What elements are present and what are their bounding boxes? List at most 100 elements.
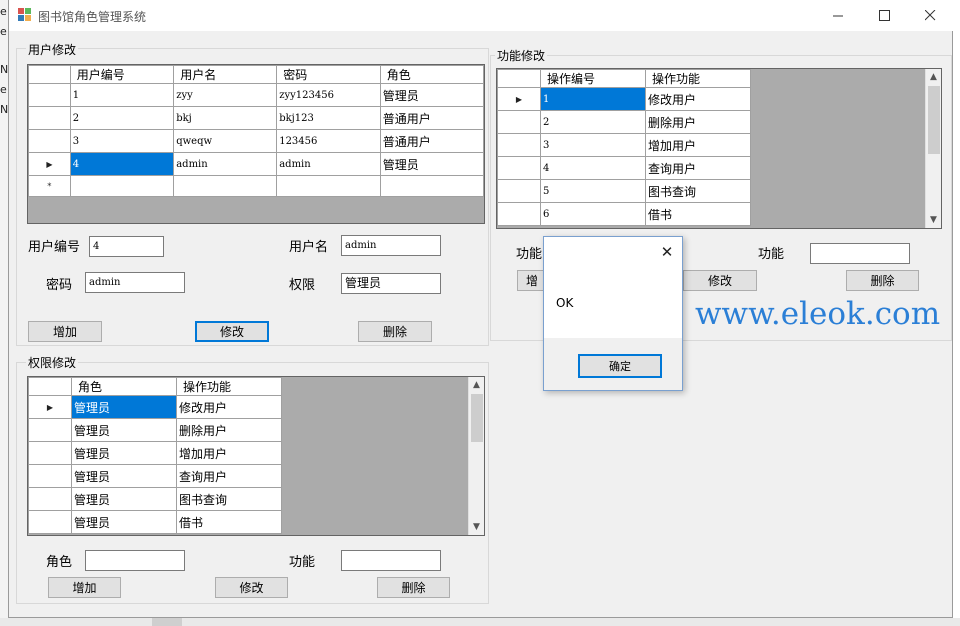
table-row[interactable]: 管理员 删除用户 — [28, 418, 282, 442]
function-grid[interactable]: 操作编号 操作功能 ▶ 1 修改用户 2 删除用户 3 增加用户 4 查询用户 … — [496, 68, 942, 229]
table-cell[interactable]: 6 — [540, 202, 646, 226]
table-cell[interactable]: 借书 — [645, 202, 751, 226]
table-cell[interactable]: zyy123456 — [276, 83, 381, 107]
permission-grid[interactable]: 角色 操作功能 ▶ 管理员 修改用户 管理员 删除用户 管理员 增加用户 管理员 — [27, 376, 485, 536]
table-cell[interactable]: 3 — [69, 129, 175, 153]
table-cell-selected[interactable]: 管理员 — [71, 395, 177, 419]
table-cell[interactable]: 图书查询 — [645, 179, 751, 203]
table-cell[interactable]: 4 — [540, 156, 646, 180]
table-row[interactable]: 2 bkj bkj123 普通用户 — [28, 106, 484, 130]
table-row[interactable]: 5 图书查询 — [497, 179, 751, 203]
column-header[interactable]: 用户名 — [173, 65, 278, 84]
table-cell[interactable]: 普通用户 — [379, 106, 484, 130]
function-name-input[interactable] — [810, 243, 910, 264]
function-grid-scrollbar[interactable]: ▲ ▼ — [925, 69, 941, 228]
table-cell[interactable]: 删除用户 — [645, 110, 751, 134]
row-header[interactable] — [28, 106, 71, 130]
table-cell[interactable]: 普通用户 — [379, 129, 484, 153]
dialog-ok-button[interactable]: 确定 — [578, 354, 662, 378]
row-header[interactable] — [497, 110, 541, 134]
title-bar[interactable]: 图书馆角色管理系统 — [9, 0, 953, 31]
table-cell[interactable]: 管理员 — [71, 510, 177, 534]
row-header[interactable] — [28, 441, 72, 465]
row-header[interactable] — [497, 202, 541, 226]
table-row[interactable]: 管理员 图书查询 — [28, 487, 282, 511]
user-modify-button[interactable]: 修改 — [195, 321, 269, 342]
minimize-button[interactable] — [815, 0, 861, 31]
scrollbar-thumb[interactable] — [928, 86, 940, 154]
row-header[interactable] — [497, 156, 541, 180]
permission-grid-scrollbar[interactable]: ▲ ▼ — [468, 377, 484, 535]
table-cell[interactable]: 增加用户 — [176, 441, 282, 465]
table-cell[interactable]: 管理员 — [71, 441, 177, 465]
table-cell[interactable]: 2 — [540, 110, 646, 134]
table-row[interactable]: 2 删除用户 — [497, 110, 751, 134]
column-header[interactable]: 角色 — [71, 377, 177, 396]
password-input[interactable]: admin — [85, 272, 185, 293]
user-grid[interactable]: 用户编号 用户名 密码 角色 1 zyy zyy123456 管理员 2 bkj… — [27, 64, 485, 224]
table-cell[interactable]: 管理员 — [379, 83, 484, 107]
row-header[interactable] — [28, 418, 72, 442]
row-header[interactable] — [497, 179, 541, 203]
scroll-up-icon[interactable]: ▲ — [926, 69, 941, 85]
table-cell[interactable]: 1 — [69, 83, 175, 107]
current-row-marker-icon[interactable]: ▶ — [497, 87, 541, 111]
table-row[interactable]: 3 qweqw 123456 普通用户 — [28, 129, 484, 153]
scroll-down-icon[interactable]: ▼ — [469, 519, 484, 535]
row-header[interactable] — [28, 129, 71, 153]
table-cell[interactable]: bkj123 — [276, 106, 381, 130]
table-cell[interactable] — [173, 175, 278, 197]
current-row-marker-icon[interactable]: ▶ — [28, 395, 72, 419]
table-cell[interactable]: qweqw — [173, 129, 278, 153]
row-header[interactable] — [28, 83, 71, 107]
table-cell-selected[interactable]: 1 — [540, 87, 646, 111]
permission-input[interactable]: 管理员 — [341, 273, 441, 294]
table-row-current[interactable]: ▶ 1 修改用户 — [497, 87, 751, 111]
column-header[interactable]: 用户编号 — [69, 65, 175, 84]
table-row-current[interactable]: ▶ 4 admin admin 管理员 — [28, 152, 484, 176]
user-delete-button[interactable]: 删除 — [358, 321, 432, 342]
dialog-close-icon[interactable]: ✕ — [654, 241, 680, 263]
table-cell[interactable] — [69, 175, 175, 197]
table-cell[interactable]: 管理员 — [71, 464, 177, 488]
row-header[interactable] — [28, 510, 72, 534]
new-row[interactable]: * — [28, 175, 484, 197]
function-modify-button[interactable]: 修改 — [683, 270, 757, 291]
table-cell[interactable]: 3 — [540, 133, 646, 157]
scroll-down-icon[interactable]: ▼ — [926, 212, 941, 228]
function-delete-button[interactable]: 删除 — [846, 270, 919, 291]
table-row[interactable]: 6 借书 — [497, 202, 751, 226]
table-cell[interactable]: 借书 — [176, 510, 282, 534]
table-cell[interactable]: 查询用户 — [645, 156, 751, 180]
table-cell[interactable] — [379, 175, 484, 197]
close-button[interactable] — [907, 0, 953, 31]
table-row[interactable]: 管理员 借书 — [28, 510, 282, 534]
column-header[interactable]: 操作功能 — [176, 377, 282, 396]
scrollbar-thumb[interactable] — [471, 394, 483, 442]
row-header[interactable] — [28, 65, 71, 84]
new-row-marker-icon[interactable]: * — [28, 175, 71, 197]
table-cell[interactable]: 管理员 — [379, 152, 484, 176]
table-cell[interactable]: 修改用户 — [176, 395, 282, 419]
table-cell[interactable]: 查询用户 — [176, 464, 282, 488]
table-cell[interactable]: 123456 — [276, 129, 381, 153]
maximize-button[interactable] — [861, 0, 907, 31]
column-header[interactable]: 密码 — [276, 65, 381, 84]
current-row-marker-icon[interactable]: ▶ — [28, 152, 71, 176]
table-cell[interactable] — [276, 175, 381, 197]
table-cell[interactable]: 管理员 — [71, 487, 177, 511]
table-row[interactable]: 3 增加用户 — [497, 133, 751, 157]
permission-delete-button[interactable]: 删除 — [377, 577, 450, 598]
user-add-button[interactable]: 增加 — [28, 321, 102, 342]
table-row[interactable]: 4 查询用户 — [497, 156, 751, 180]
table-cell[interactable]: zyy — [173, 83, 278, 107]
username-input[interactable]: admin — [341, 235, 441, 256]
column-header[interactable]: 操作编号 — [540, 69, 646, 88]
table-row[interactable]: 1 zyy zyy123456 管理员 — [28, 83, 484, 107]
column-header[interactable]: 角色 — [379, 65, 484, 84]
row-header[interactable] — [497, 69, 541, 88]
table-cell[interactable]: 2 — [69, 106, 175, 130]
function-input[interactable] — [341, 550, 441, 571]
table-row[interactable]: 管理员 增加用户 — [28, 441, 282, 465]
table-cell[interactable]: 图书查询 — [176, 487, 282, 511]
